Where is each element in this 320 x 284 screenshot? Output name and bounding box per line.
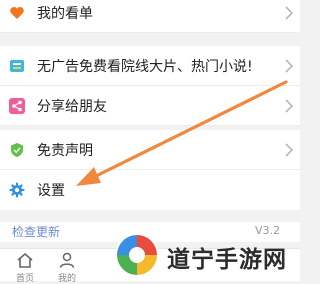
menu-item-disclaimer[interactable]: 免责声明 <box>0 130 300 170</box>
menu-item-ad-free[interactable]: 无广告免费看院线大片、热门小说! <box>0 46 300 86</box>
menu-item-label: 我的看单 <box>37 5 93 22</box>
chevron-right-icon <box>285 98 294 113</box>
heart-icon <box>10 6 24 19</box>
shield-icon <box>11 142 23 157</box>
menu-item-label: 分享给朋友 <box>37 98 107 115</box>
watermark-text: 道宁手游网 <box>167 247 287 273</box>
tab-home[interactable]: 首页 <box>2 249 48 284</box>
user-icon <box>59 252 75 268</box>
home-icon <box>17 252 33 268</box>
book-icon <box>10 59 24 72</box>
menu-item-label: 免责声明 <box>37 142 93 159</box>
swirl-logo-icon <box>115 233 159 277</box>
tab-label: 首页 <box>15 274 34 284</box>
menu-item-share[interactable]: 分享给朋友 <box>0 86 300 126</box>
menu-item-settings[interactable]: 设置 <box>0 170 300 210</box>
menu-item-label: 无广告免费看院线大片、热门小说! <box>37 58 253 75</box>
menu-item-label: 设置 <box>37 183 65 199</box>
chevron-right-icon <box>285 58 294 73</box>
tab-mine[interactable]: 我的 <box>44 249 90 284</box>
site-watermark: 道宁手游网 <box>113 231 303 279</box>
section-gap <box>0 33 300 46</box>
tab-label: 我的 <box>57 274 76 284</box>
check-update-link[interactable]: 检查更新 <box>12 223 60 240</box>
section-gap <box>0 210 300 222</box>
share-icon <box>9 97 25 114</box>
menu-item-my-watchlist[interactable]: 我的看单 <box>0 0 300 33</box>
chevron-right-icon <box>285 5 294 20</box>
gear-icon <box>9 182 25 198</box>
chevron-right-icon <box>285 142 294 157</box>
